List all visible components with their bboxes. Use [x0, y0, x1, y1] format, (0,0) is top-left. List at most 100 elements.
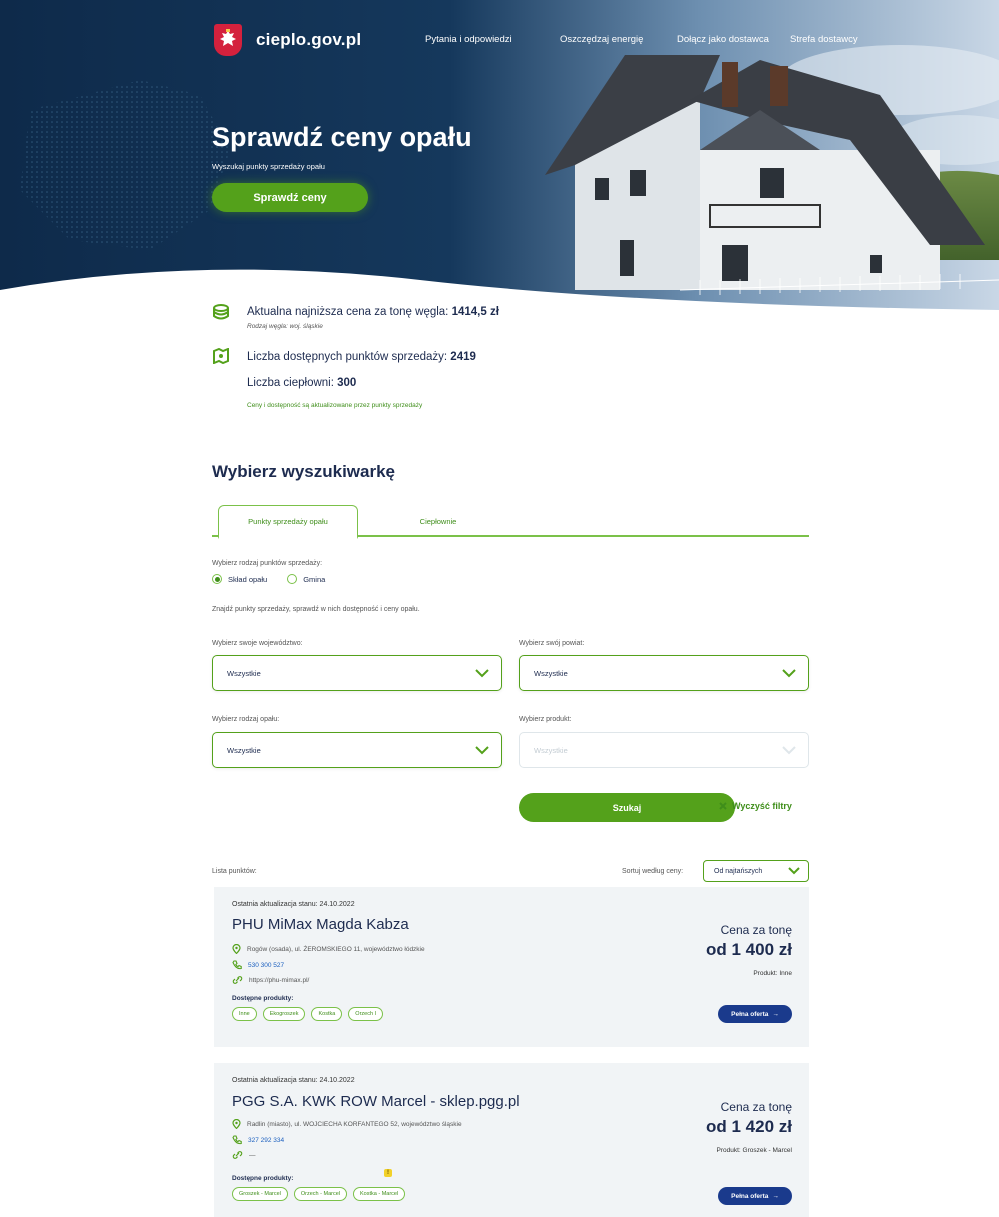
site-name: cieplo.gov.pl: [256, 30, 362, 49]
site-logo[interactable]: cieplo.gov.pl: [214, 24, 361, 56]
price-label: Cena za tonę: [720, 923, 792, 937]
product-chip: Kostka - Marcel: [353, 1187, 406, 1201]
tab-sales-points[interactable]: Punkty sprzedaży opału: [218, 505, 358, 539]
product-chip: Inne: [232, 1007, 257, 1021]
featured-product: Produkt: Inne: [753, 970, 792, 977]
address-row: Radlin (miasto), ul. WOJCIECHA KORFANTEG…: [232, 1119, 462, 1129]
product-chip: Orzech I: [348, 1007, 384, 1021]
county-label: Wybierz swój powiat:: [519, 640, 585, 647]
products-label: Dostępne produkty:: [232, 995, 294, 1002]
product-label: Wybierz produkt:: [519, 716, 572, 723]
website-text: —: [249, 1151, 256, 1159]
website-row[interactable]: https://phu-mimax.pl/: [232, 975, 309, 985]
search-tabs: Punkty sprzedaży opału Ciepłownie: [212, 505, 809, 539]
seller-name: PHU MiMax Magda Kabza: [232, 916, 409, 933]
phone-text: 327 292 334: [248, 1136, 285, 1144]
coal-price-value: 1414,5 zł: [451, 306, 499, 318]
plants-label: Liczba ciepłowni:: [247, 377, 334, 389]
clear-filters-link[interactable]: Wyczyść filtry: [719, 801, 792, 811]
phone-row[interactable]: 530 300 527: [232, 960, 284, 970]
fuel-type-label: Wybierz rodzaj opału:: [212, 716, 280, 723]
polish-emblem-icon: [214, 24, 242, 56]
fuel-type-select[interactable]: Wszystkie: [212, 732, 502, 768]
full-offer-label: Pełna oferta: [731, 1192, 769, 1200]
search-button[interactable]: Szukaj: [519, 793, 735, 822]
plants-value: 300: [337, 377, 357, 389]
close-icon: [719, 802, 727, 810]
full-offer-label: Pełna oferta: [731, 1010, 769, 1018]
voivodeship-select[interactable]: Wszystkie: [212, 655, 502, 691]
address-text: Rogów (osada), ul. ŻEROMSKIEGO 11, wojew…: [247, 945, 425, 953]
address-text: Radlin (miasto), ul. WOJCIECHA KORFANTEG…: [247, 1120, 462, 1128]
nav-link-faq[interactable]: Pytania i odpowiedzi: [425, 34, 560, 45]
map-icon: [213, 348, 229, 364]
points-stat: Liczba dostępnych punktów sprzedaży: 241…: [247, 351, 476, 363]
product-chip: Ekogroszek: [262, 1007, 306, 1021]
full-offer-button[interactable]: Pełna oferta →: [718, 1187, 792, 1205]
arrow-right-icon: →: [772, 1192, 779, 1200]
list-item: Ostatnia aktualizacja stanu: 24.10.2022 …: [214, 887, 809, 1047]
coal-type-note: Rodzaj węgla: woj. śląskie: [247, 323, 323, 330]
sort-value: Od najtańszych: [714, 867, 763, 875]
phone-row[interactable]: 327 292 334: [232, 1135, 284, 1145]
product-placeholder: Wszystkie: [534, 745, 568, 755]
clear-filters-label: Wyczyść filtry: [732, 801, 792, 811]
fuel-type-value: Wszystkie: [227, 745, 261, 755]
featured-product: Produkt: Groszek - Marcel: [716, 1147, 793, 1154]
chevron-down-icon: [782, 669, 796, 678]
radio-commune[interactable]: [287, 574, 298, 584]
website-text: https://phu-mimax.pl/: [249, 976, 310, 984]
location-pin-icon: [232, 944, 241, 954]
points-value: 2419: [450, 351, 476, 363]
last-update: Ostatnia aktualizacja stanu: 24.10.2022: [232, 1077, 355, 1084]
last-update: Ostatnia aktualizacja stanu: 24.10.2022: [232, 901, 355, 908]
phone-text: 530 300 527: [248, 961, 285, 969]
link-icon: [232, 976, 243, 984]
coal-price-stat: Aktualna najniższa cena za tonę węgla: 1…: [247, 306, 499, 318]
radio-warehouse-label: Skład opału: [228, 574, 268, 584]
sort-label: Sortuj według ceny:: [622, 868, 684, 875]
hero-title: Sprawdź ceny opału: [212, 122, 472, 152]
radio-warehouse[interactable]: [212, 574, 222, 584]
price-value: od 1 420 zł: [706, 1117, 792, 1136]
nav-link-join-supplier[interactable]: Dołącz jako dostawca: [677, 34, 790, 45]
nav-link-supplier-zone[interactable]: Strefa dostawcy: [790, 34, 890, 45]
sort-select[interactable]: Od najtańszych: [703, 860, 809, 882]
voivodeship-value: Wszystkie: [227, 668, 261, 678]
products-chips: Inne Ekogroszek Kostka Orzech I: [232, 1007, 384, 1021]
update-note: Ceny i dostępność są aktualizowane przez…: [247, 402, 423, 409]
search-hint: Znajdź punkty sprzedaży, sprawdź w nich …: [212, 606, 420, 613]
product-select[interactable]: Wszystkie: [519, 732, 809, 768]
phone-icon: [232, 1135, 242, 1145]
top-navigation: cieplo.gov.pl Pytania i odpowiedzi Oszcz…: [214, 22, 999, 58]
product-chip: Kostka: [311, 1007, 343, 1021]
seller-name: PGG S.A. KWK ROW Marcel - sklep.pgg.pl: [232, 1093, 520, 1110]
list-item: Ostatnia aktualizacja stanu: 24.10.2022 …: [214, 1063, 809, 1217]
county-select[interactable]: Wszystkie: [519, 655, 809, 691]
arrow-right-icon: →: [772, 1010, 779, 1018]
product-chip: Orzech - Marcel: [293, 1187, 347, 1201]
voivodeship-label: Wybierz swoje województwo:: [212, 640, 303, 647]
product-chip: Groszek - Marcel: [232, 1187, 288, 1201]
nav-links: Pytania i odpowiedzi Oszczędzaj energię …: [425, 34, 890, 45]
products-label: Dostępne produkty:: [232, 1175, 294, 1182]
price-value: od 1 400 zł: [706, 940, 792, 959]
chevron-down-icon: [475, 669, 489, 678]
radio-commune-label: Gmina: [303, 574, 326, 584]
county-value: Wszystkie: [534, 668, 568, 678]
search-section-title: Wybierz wyszukiwarkę: [212, 462, 395, 481]
check-prices-button[interactable]: Sprawdź ceny: [212, 183, 368, 212]
tab-heating-plants[interactable]: Ciepłownie: [388, 505, 488, 537]
full-offer-button[interactable]: Pełna oferta →: [718, 1005, 792, 1023]
phone-icon: [232, 960, 242, 970]
location-pin-icon: [232, 1119, 241, 1129]
link-icon: [232, 1151, 243, 1159]
hero-subtitle: Wyszukaj punkty sprzedaży opału: [212, 162, 325, 171]
coins-icon: [213, 304, 229, 320]
chevron-down-icon: [782, 746, 796, 755]
plants-stat: Liczba ciepłowni: 300: [247, 377, 356, 389]
address-row: Rogów (osada), ul. ŻEROMSKIEGO 11, wojew…: [232, 944, 425, 954]
price-label: Cena za tonę: [720, 1100, 792, 1114]
nav-link-save-energy[interactable]: Oszczędzaj energię: [560, 34, 677, 45]
website-row[interactable]: —: [232, 1150, 256, 1160]
